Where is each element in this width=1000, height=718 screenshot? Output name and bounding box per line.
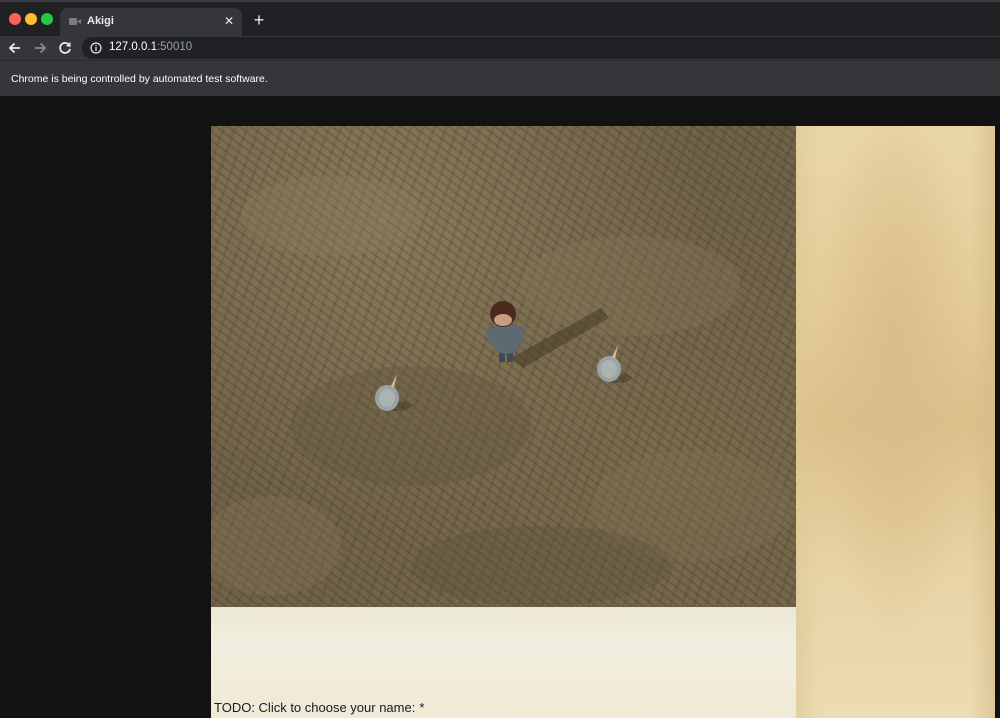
browser-toolbar: 127.0.0.1:50010 xyxy=(0,36,1000,60)
forward-arrow-icon[interactable] xyxy=(30,38,50,58)
side-panel xyxy=(796,126,995,718)
page-content: TODO: Click to choose your name: * xyxy=(0,96,1000,718)
tab-close-icon[interactable]: ✕ xyxy=(222,14,236,28)
player-character[interactable] xyxy=(488,301,524,362)
creature-right[interactable] xyxy=(597,345,632,383)
browser-tab-bar: Akigi ✕ + xyxy=(0,0,1000,38)
choose-name-prompt[interactable]: TODO: Click to choose your name: * xyxy=(214,700,424,715)
automation-infobar: Chrome is being controlled by automated … xyxy=(0,60,1000,96)
maximize-window-button[interactable] xyxy=(41,13,53,25)
address-bar[interactable]: 127.0.0.1:50010 xyxy=(82,37,1000,59)
prompt-text: TODO: Click to choose your name: xyxy=(214,700,416,715)
url-port: :50010 xyxy=(156,41,193,53)
text-cursor: * xyxy=(419,700,425,715)
new-tab-button[interactable]: + xyxy=(250,11,268,29)
info-icon[interactable] xyxy=(90,42,102,54)
back-arrow-icon[interactable] xyxy=(5,38,25,58)
game-scene xyxy=(211,176,791,606)
reload-icon[interactable] xyxy=(55,38,75,58)
url-host: 127.0.0.1 xyxy=(109,41,157,53)
url-text[interactable]: 127.0.0.1:50010 xyxy=(109,41,192,53)
tab-title: Akigi xyxy=(87,15,114,27)
dialog-panel: TODO: Click to choose your name: * xyxy=(211,606,796,718)
close-window-button[interactable] xyxy=(9,13,21,25)
minimize-window-button[interactable] xyxy=(25,13,37,25)
tab-akigi[interactable]: Akigi ✕ xyxy=(60,8,242,38)
infobar-message: Chrome is being controlled by automated … xyxy=(11,73,268,85)
video-icon xyxy=(69,18,81,25)
game-canvas[interactable] xyxy=(211,126,796,606)
